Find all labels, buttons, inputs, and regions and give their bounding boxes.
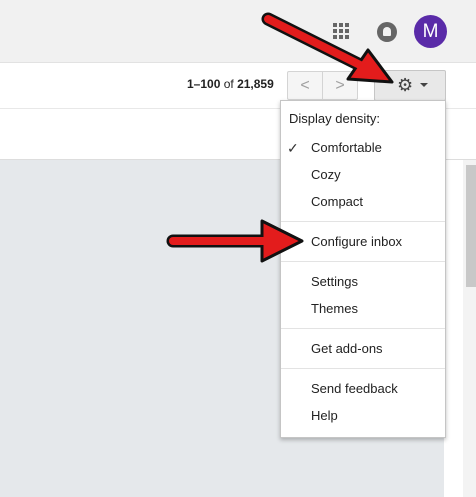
settings-button[interactable]: ⚙: [374, 70, 446, 101]
menu-item-label: Send feedback: [311, 381, 398, 396]
menu-item-themes[interactable]: Themes: [281, 296, 445, 322]
pagination-nav: < >: [287, 71, 358, 100]
caret-down-icon: [420, 83, 428, 87]
menu-item-send-feedback[interactable]: Send feedback: [281, 376, 445, 402]
menu-item-label: Settings: [311, 274, 358, 289]
menu-item-compact[interactable]: Compact: [281, 189, 445, 215]
pagination-total: 21,859: [237, 77, 274, 91]
menu-item-help[interactable]: Help: [281, 403, 445, 429]
top-bar: M: [0, 0, 476, 63]
pagination-count: 1–100 of 21,859: [187, 77, 274, 91]
newer-button[interactable]: <: [287, 71, 323, 100]
chevron-left-icon: <: [300, 77, 310, 94]
pagination-of: of: [223, 77, 234, 91]
menu-item-configure-inbox[interactable]: Configure inbox: [281, 229, 445, 255]
scrollbar-thumb[interactable]: [466, 165, 476, 287]
menu-item-label: Help: [311, 408, 338, 423]
menu-item-label: Compact: [311, 194, 364, 209]
apps-grid-icon[interactable]: [333, 23, 349, 39]
density-heading: Display density:: [289, 111, 381, 126]
menu-divider: [281, 221, 445, 222]
menu-divider: [281, 261, 445, 262]
menu-item-label: Cozy: [311, 167, 341, 182]
menu-divider: [281, 328, 445, 329]
menu-item-get-addons[interactable]: Get add-ons: [281, 336, 445, 362]
menu-item-comfortable[interactable]: ✓ Comfortable: [281, 135, 445, 161]
settings-menu: Display density: ✓ Comfortable Cozy Comp…: [280, 100, 446, 438]
gear-icon: ⚙: [397, 75, 414, 95]
menu-item-label: Comfortable: [311, 140, 382, 155]
menu-item-label: Themes: [311, 301, 358, 316]
notifications-icon[interactable]: [377, 22, 397, 42]
pagination-range: 1–100: [187, 77, 221, 91]
menu-item-label: Get add-ons: [311, 341, 383, 356]
menu-item-label: Configure inbox: [311, 234, 403, 249]
menu-item-cozy[interactable]: Cozy: [281, 162, 445, 188]
checkmark-icon: ✓: [287, 140, 299, 156]
chevron-right-icon: >: [335, 77, 345, 94]
menu-divider: [281, 368, 445, 369]
menu-item-settings[interactable]: Settings: [281, 269, 445, 295]
avatar[interactable]: M: [414, 15, 447, 48]
older-button[interactable]: >: [322, 71, 358, 100]
